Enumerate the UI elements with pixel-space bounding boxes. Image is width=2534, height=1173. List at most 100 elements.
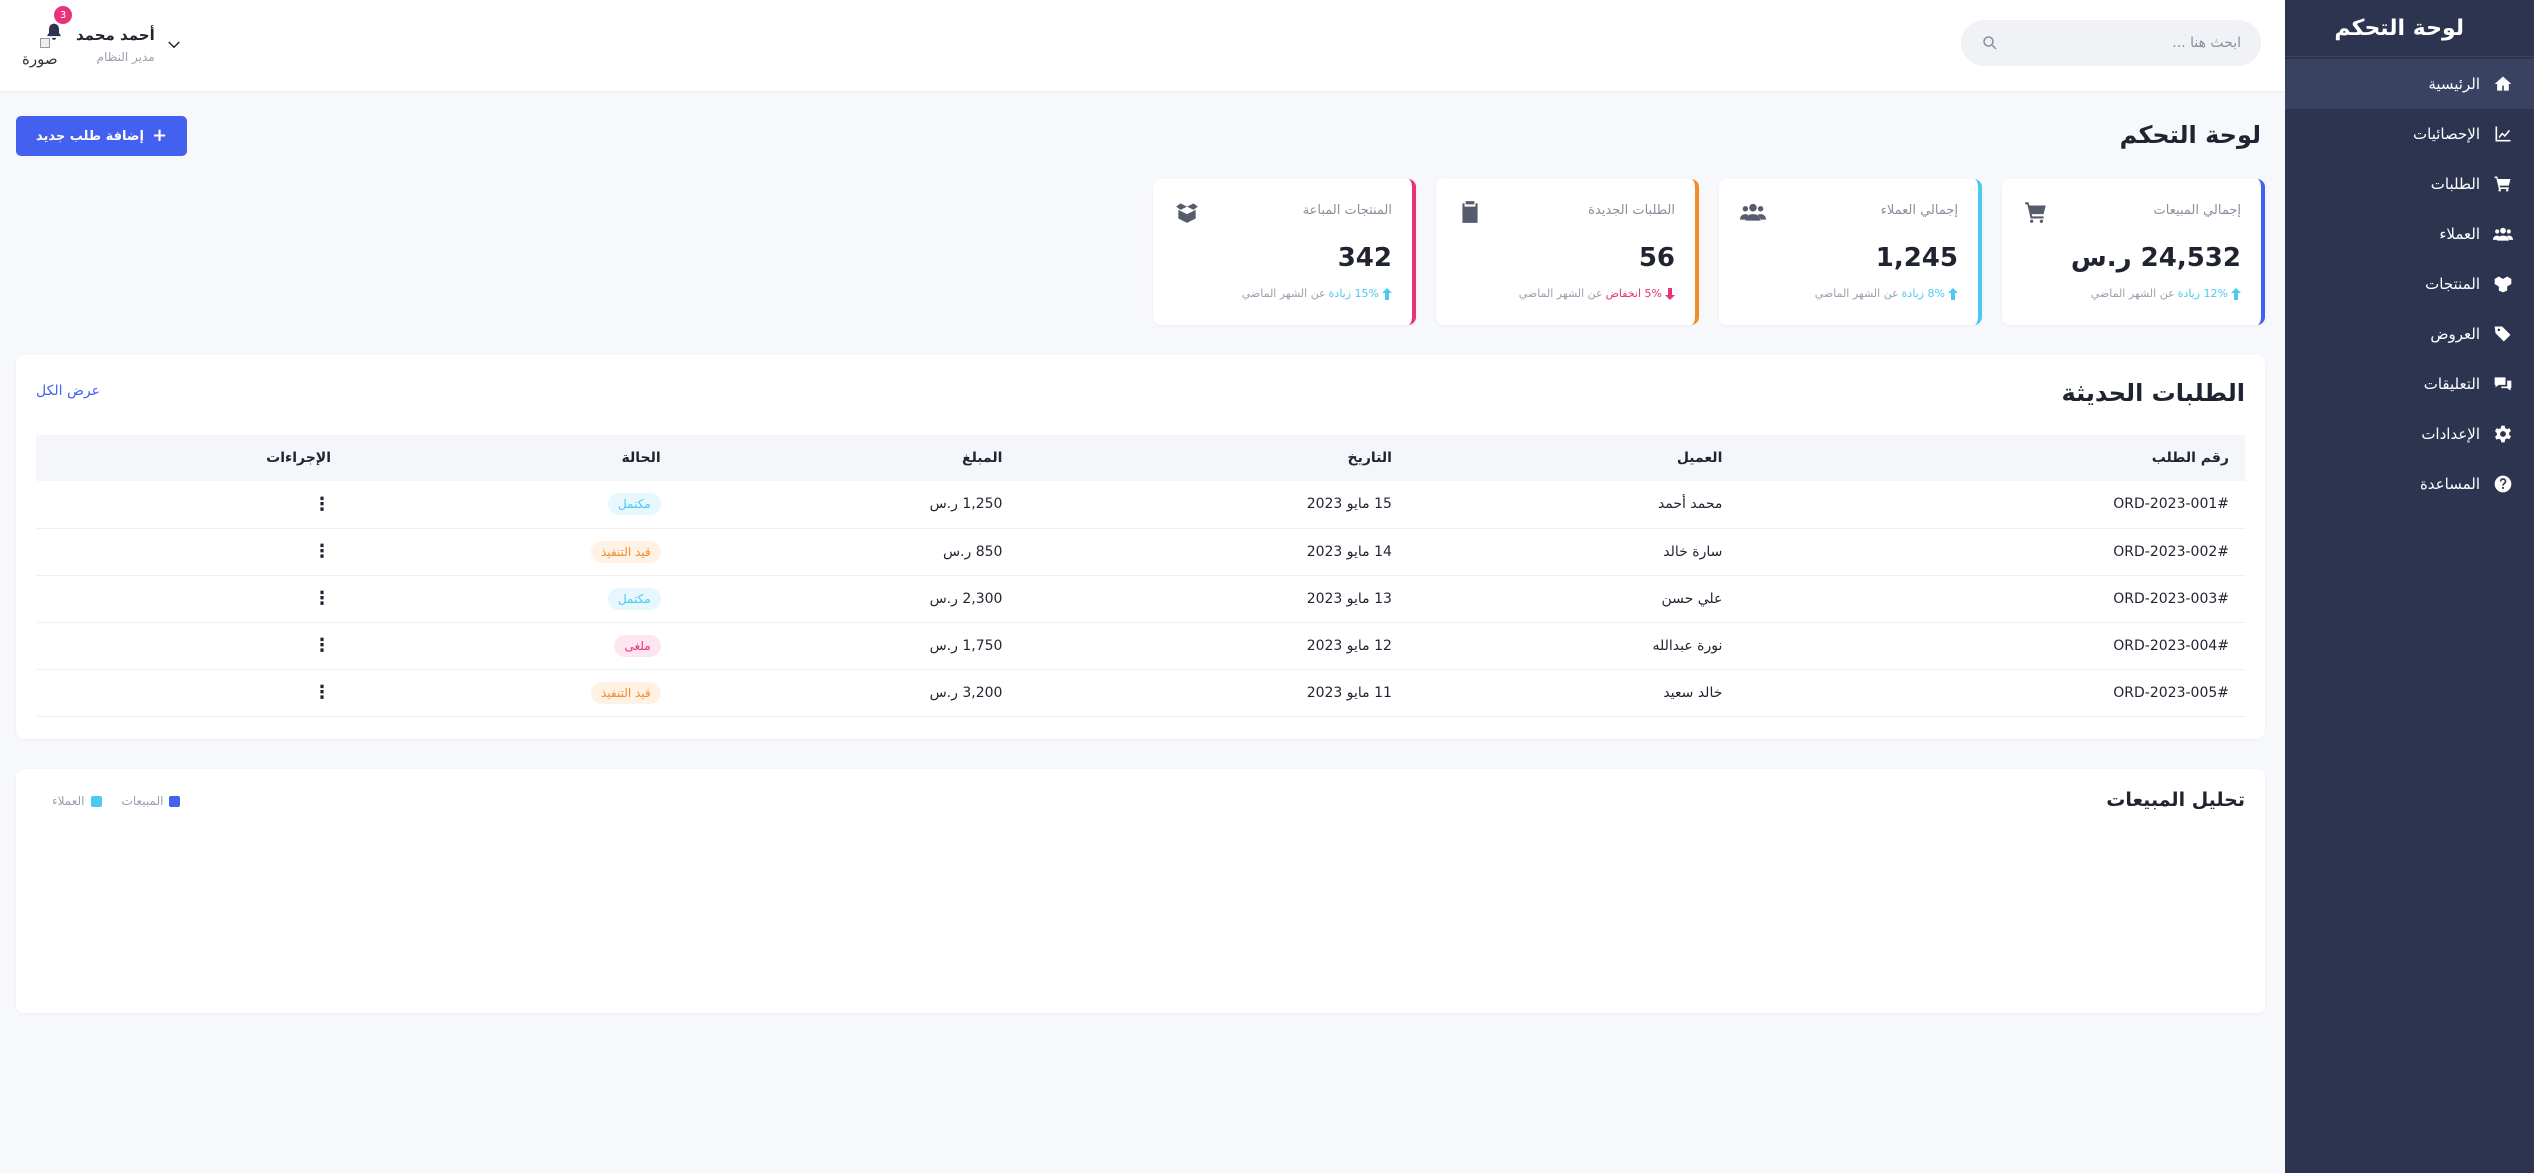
table-header-row: رقم الطلب العميل التاريخ المبلغ الحالة ا…	[36, 435, 2245, 481]
sidebar-item-customers[interactable]: العملاء	[2285, 209, 2534, 259]
arrow-up-icon	[1948, 287, 1958, 300]
more-actions-icon[interactable]: ⋮	[313, 541, 331, 562]
stat-trend: 15% زيادة	[1328, 287, 1379, 300]
order-id: #ORD-2023-002	[2113, 543, 2229, 560]
stat-value: 24,532 ر.س	[2070, 243, 2241, 273]
legend-label: العملاء	[52, 794, 85, 808]
order-id: #ORD-2023-001	[2113, 496, 2229, 513]
order-status-cell: ملغى	[347, 622, 677, 669]
stat-label: الطلبات الجديدة	[1588, 203, 1675, 218]
chart-line-icon	[2492, 123, 2514, 145]
sidebar-item-label: التعليقات	[2423, 375, 2480, 393]
sidebar-item-comments[interactable]: التعليقات	[2285, 359, 2534, 409]
order-date: 14 مايو 2023	[1306, 543, 1392, 560]
sidebar: لوحة التحكم الرئيسية الإحصائيات الطلبات …	[2285, 0, 2534, 1173]
view-all-link[interactable]: عرض الكل	[36, 383, 100, 399]
sidebar-item-label: الإحصائيات	[2413, 125, 2480, 143]
order-date: 13 مايو 2023	[1306, 590, 1392, 607]
avatar[interactable]: 3 صورة	[22, 6, 72, 70]
chart-legend: العملاء المبيعات	[52, 794, 181, 808]
column-header: المبلغ	[962, 450, 1003, 466]
stat-trend-suffix: عن الشهر الماضي	[1241, 287, 1326, 300]
order-id: #ORD-2023-005	[2113, 684, 2229, 701]
users-icon	[2492, 223, 2514, 245]
stat-trend-suffix: عن الشهر الماضي	[1814, 287, 1899, 300]
recent-orders-title: الطلبات الحديثة	[2061, 379, 2245, 407]
search-box[interactable]	[1961, 20, 2261, 66]
stat-value: 342	[1337, 243, 1392, 273]
stat-card-customers: إجمالي العملاء 1,245 8% زيادة عن الشهر ا…	[1719, 179, 1982, 325]
stat-label: إجمالي العملاء	[1880, 203, 1958, 218]
notification-badge: 3	[54, 6, 72, 24]
broken-image-icon	[40, 38, 50, 48]
order-customer: سارة خالد	[1663, 543, 1723, 560]
order-actions-cell: ⋮	[36, 528, 347, 575]
user-role: مدير النظام	[96, 50, 155, 64]
sidebar-item-settings[interactable]: الإعدادات	[2285, 409, 2534, 459]
order-status-cell: قيد التنفيذ	[347, 528, 677, 575]
more-actions-icon[interactable]: ⋮	[313, 682, 331, 703]
add-order-button[interactable]: + إضافة طلب جديد	[16, 116, 188, 156]
sidebar-item-label: العروض	[2430, 325, 2480, 343]
legend-item-sales[interactable]: المبيعات	[122, 794, 181, 808]
shopping-cart-icon	[2022, 199, 2050, 225]
order-amount: 1,750 ر.س	[929, 637, 1003, 654]
legend-item-customers[interactable]: العملاء	[52, 794, 102, 808]
order-amount: 850 ر.س	[942, 543, 1003, 560]
stats-row: إجمالي المبيعات 24,532 ر.س 12% زيادة عن …	[1153, 179, 2265, 325]
order-actions-cell: ⋮	[36, 622, 347, 669]
topbar: 3 صورة أحمد محمد مدير النظام	[0, 0, 2285, 91]
shopping-cart-icon	[2492, 173, 2514, 195]
order-amount: 2,300 ر.س	[929, 590, 1003, 607]
stat-trend: 8% زيادة	[1901, 287, 1945, 300]
stat-value: 1,245	[1875, 243, 1958, 273]
chevron-down-icon[interactable]	[165, 36, 183, 54]
search-input[interactable]	[1999, 35, 2241, 51]
legend-swatch	[90, 795, 102, 807]
column-header: التاريخ	[1347, 450, 1392, 466]
column-header: الإجراءات	[266, 450, 332, 466]
status-badge: مكتمل	[607, 587, 661, 610]
column-header: الحالة	[621, 450, 661, 466]
order-customer: نورة عبدالله	[1652, 637, 1723, 654]
arrow-up-icon	[1382, 287, 1392, 300]
table-row: #ORD-2023-001 محمد أحمد 15 مايو 2023 1,2…	[36, 481, 2245, 528]
sidebar-item-products[interactable]: المنتجات	[2285, 259, 2534, 309]
table-row: #ORD-2023-005 خالد سعيد 11 مايو 2023 3,2…	[36, 669, 2245, 716]
user-menu[interactable]: 3 صورة أحمد محمد مدير النظام	[16, 6, 183, 76]
orders-table: رقم الطلب العميل التاريخ المبلغ الحالة ا…	[36, 435, 2245, 717]
order-date: 15 مايو 2023	[1306, 496, 1392, 513]
home-icon	[2492, 73, 2514, 95]
comments-icon	[2492, 373, 2514, 395]
stat-trend: 12% زيادة	[2177, 287, 2228, 300]
sidebar-item-offers[interactable]: العروض	[2285, 309, 2534, 359]
order-status-cell: مكتمل	[347, 481, 677, 528]
stat-trend: 5% انخفاض	[1605, 287, 1662, 300]
search-icon	[1983, 36, 1997, 50]
stat-change: 8% زيادة عن الشهر الماضي	[1815, 287, 1958, 300]
sidebar-item-label: المنتجات	[2425, 275, 2480, 293]
sidebar-item-statistics[interactable]: الإحصائيات	[2285, 109, 2534, 159]
order-id: #ORD-2023-004	[2113, 637, 2229, 654]
more-actions-icon[interactable]: ⋮	[313, 635, 331, 656]
column-header: رقم الطلب	[2151, 450, 2229, 466]
order-customer: علي حسن	[1661, 590, 1723, 607]
legend-swatch	[169, 795, 181, 807]
sidebar-item-home[interactable]: الرئيسية	[2285, 59, 2534, 109]
user-info: أحمد محمد مدير النظام	[76, 26, 155, 64]
recent-orders-card: الطلبات الحديثة عرض الكل رقم الطلب العمي…	[16, 355, 2265, 739]
more-actions-icon[interactable]: ⋮	[313, 588, 331, 609]
sidebar-nav: الرئيسية الإحصائيات الطلبات العملاء المن…	[2285, 59, 2534, 509]
order-date: 11 مايو 2023	[1306, 684, 1392, 701]
arrow-down-icon	[1665, 287, 1675, 300]
users-icon	[1739, 199, 1767, 225]
sidebar-item-help[interactable]: المساعدة	[2285, 459, 2534, 509]
order-amount: 1,250 ر.س	[929, 496, 1003, 513]
order-actions-cell: ⋮	[36, 481, 347, 528]
sidebar-item-label: الطلبات	[2430, 175, 2480, 193]
status-badge: قيد التنفيذ	[590, 540, 661, 563]
more-actions-icon[interactable]: ⋮	[313, 494, 331, 515]
sidebar-item-orders[interactable]: الطلبات	[2285, 159, 2534, 209]
column-header: العميل	[1676, 450, 1723, 466]
status-badge: قيد التنفيذ	[590, 681, 661, 704]
